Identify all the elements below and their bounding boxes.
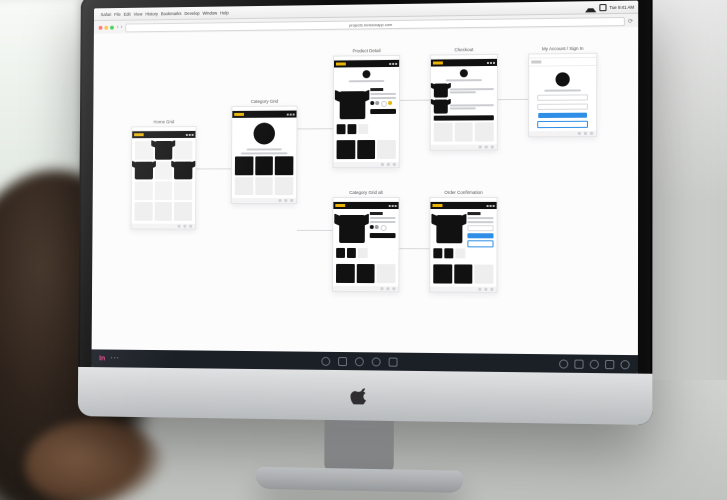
product-tile bbox=[135, 141, 153, 159]
add-to-cart-button bbox=[370, 109, 396, 114]
product-hero-image bbox=[436, 215, 462, 243]
product-tile bbox=[135, 182, 153, 200]
brand-logo bbox=[134, 133, 144, 136]
wifi-icon[interactable] bbox=[585, 3, 596, 12]
flow-connector bbox=[400, 100, 430, 101]
imac-stand-foot bbox=[256, 467, 464, 493]
password-field bbox=[537, 104, 588, 110]
zoom-in-icon[interactable] bbox=[372, 357, 381, 366]
comment-tool-icon[interactable] bbox=[338, 356, 347, 365]
minimize-icon[interactable] bbox=[104, 26, 108, 30]
artboard-confirm[interactable]: Order Confirmation bbox=[429, 190, 497, 293]
create-account-button bbox=[537, 121, 588, 128]
hero-image bbox=[253, 123, 275, 145]
battery-icon[interactable] bbox=[599, 4, 606, 11]
history-icon[interactable] bbox=[559, 359, 568, 368]
product-hero-image bbox=[339, 91, 365, 119]
link-tool-icon[interactable] bbox=[389, 357, 398, 366]
artboard-title: Order Confirmation bbox=[430, 190, 498, 195]
flow-connector bbox=[498, 99, 528, 100]
artboard-title: Home Grid bbox=[131, 119, 196, 124]
invision-logo[interactable]: In bbox=[99, 355, 105, 362]
photo-scene: Safari File Edit View History Bookmarks … bbox=[0, 0, 727, 500]
artboard-title: Category Grid alt bbox=[332, 190, 399, 195]
menubar-item[interactable]: File bbox=[114, 11, 121, 16]
menubar-item[interactable]: Help bbox=[220, 10, 229, 15]
menubar-item[interactable]: Bookmarks bbox=[161, 11, 182, 16]
settings-icon[interactable] bbox=[605, 359, 614, 368]
product-price bbox=[370, 88, 383, 91]
color-swatches bbox=[370, 101, 396, 107]
artboard-product[interactable]: Product Detail bbox=[333, 48, 401, 168]
product-dot bbox=[362, 70, 370, 78]
inspect-icon[interactable] bbox=[574, 359, 583, 368]
product-hero-image bbox=[339, 215, 365, 243]
menubar-item[interactable]: Develop bbox=[184, 10, 199, 15]
artboard-title: Checkout bbox=[430, 47, 498, 53]
checkout-step-icon bbox=[460, 69, 468, 77]
share-icon[interactable] bbox=[590, 359, 599, 368]
product-tile bbox=[154, 182, 172, 200]
present-icon[interactable] bbox=[620, 360, 629, 369]
window-traffic-lights[interactable] bbox=[99, 26, 114, 30]
artboard-title: Product Detail bbox=[333, 48, 400, 54]
menubar-item[interactable]: View bbox=[134, 11, 143, 16]
menubar-clock[interactable]: Tue 9:41 AM bbox=[609, 4, 634, 9]
apple-logo-icon bbox=[350, 386, 368, 404]
product-tile bbox=[155, 161, 173, 179]
imac-screen: Safari File Edit View History Bookmarks … bbox=[91, 1, 638, 374]
menubar-item[interactable]: History bbox=[145, 11, 158, 16]
artboard-title: My Account / Sign In bbox=[528, 46, 597, 52]
imac-bezel: Safari File Edit View History Bookmarks … bbox=[78, 0, 653, 425]
product-tile bbox=[135, 161, 153, 179]
flow-connector bbox=[196, 168, 231, 169]
checkout-primary-button bbox=[434, 115, 494, 120]
imac-chin bbox=[78, 367, 653, 425]
email-field bbox=[537, 94, 588, 100]
artboard-home[interactable]: Home Grid bbox=[131, 119, 197, 229]
confirm-secondary-button bbox=[467, 240, 494, 247]
reload-button[interactable]: ⟳ bbox=[628, 17, 633, 24]
menubar-app[interactable]: Safari bbox=[101, 12, 112, 17]
flow-connector bbox=[297, 230, 332, 231]
artboard-category-alt[interactable]: Category Grid alt bbox=[332, 190, 400, 292]
pointer-tool-icon[interactable] bbox=[321, 356, 330, 365]
qty-field bbox=[467, 225, 494, 231]
account-title bbox=[544, 89, 581, 91]
artboard-checkout[interactable]: Checkout bbox=[430, 47, 498, 151]
back-button[interactable]: ‹ bbox=[117, 25, 119, 31]
artboard-category[interactable]: Category Grid bbox=[231, 99, 298, 205]
product-tile bbox=[155, 141, 173, 159]
hero-title-placeholder bbox=[247, 148, 282, 150]
toolbar-breadcrumb[interactable]: • • • bbox=[111, 355, 119, 361]
product-tile bbox=[174, 141, 192, 159]
hand-foreground-blur bbox=[25, 420, 165, 500]
menubar-status-icons[interactable] bbox=[585, 3, 606, 12]
menubar-item[interactable]: Edit bbox=[124, 11, 131, 16]
product-tile bbox=[174, 182, 192, 200]
artboard-hotspot-footer bbox=[132, 223, 195, 228]
close-icon[interactable] bbox=[99, 26, 103, 30]
invision-canvas[interactable]: Home Grid bbox=[92, 27, 639, 355]
signin-button bbox=[538, 113, 587, 118]
product-name bbox=[349, 80, 385, 82]
zoom-icon[interactable] bbox=[110, 26, 114, 30]
artboard-account[interactable]: My Account / Sign In bbox=[528, 46, 597, 138]
product-tile bbox=[174, 161, 192, 179]
avatar-icon bbox=[556, 72, 570, 86]
confirm-primary-button bbox=[467, 233, 494, 238]
flow-connector bbox=[399, 248, 429, 249]
flow-connector bbox=[297, 128, 332, 129]
url-text: projects.invisionapp.com bbox=[349, 22, 392, 28]
menubar-item[interactable]: Window bbox=[202, 10, 217, 15]
add-to-cart-button bbox=[369, 233, 395, 238]
zoom-out-icon[interactable] bbox=[355, 357, 364, 366]
imac-monitor: Safari File Edit View History Bookmarks … bbox=[78, 0, 653, 425]
forward-button[interactable]: › bbox=[121, 25, 123, 31]
artboard-title: Category Grid bbox=[231, 99, 297, 104]
